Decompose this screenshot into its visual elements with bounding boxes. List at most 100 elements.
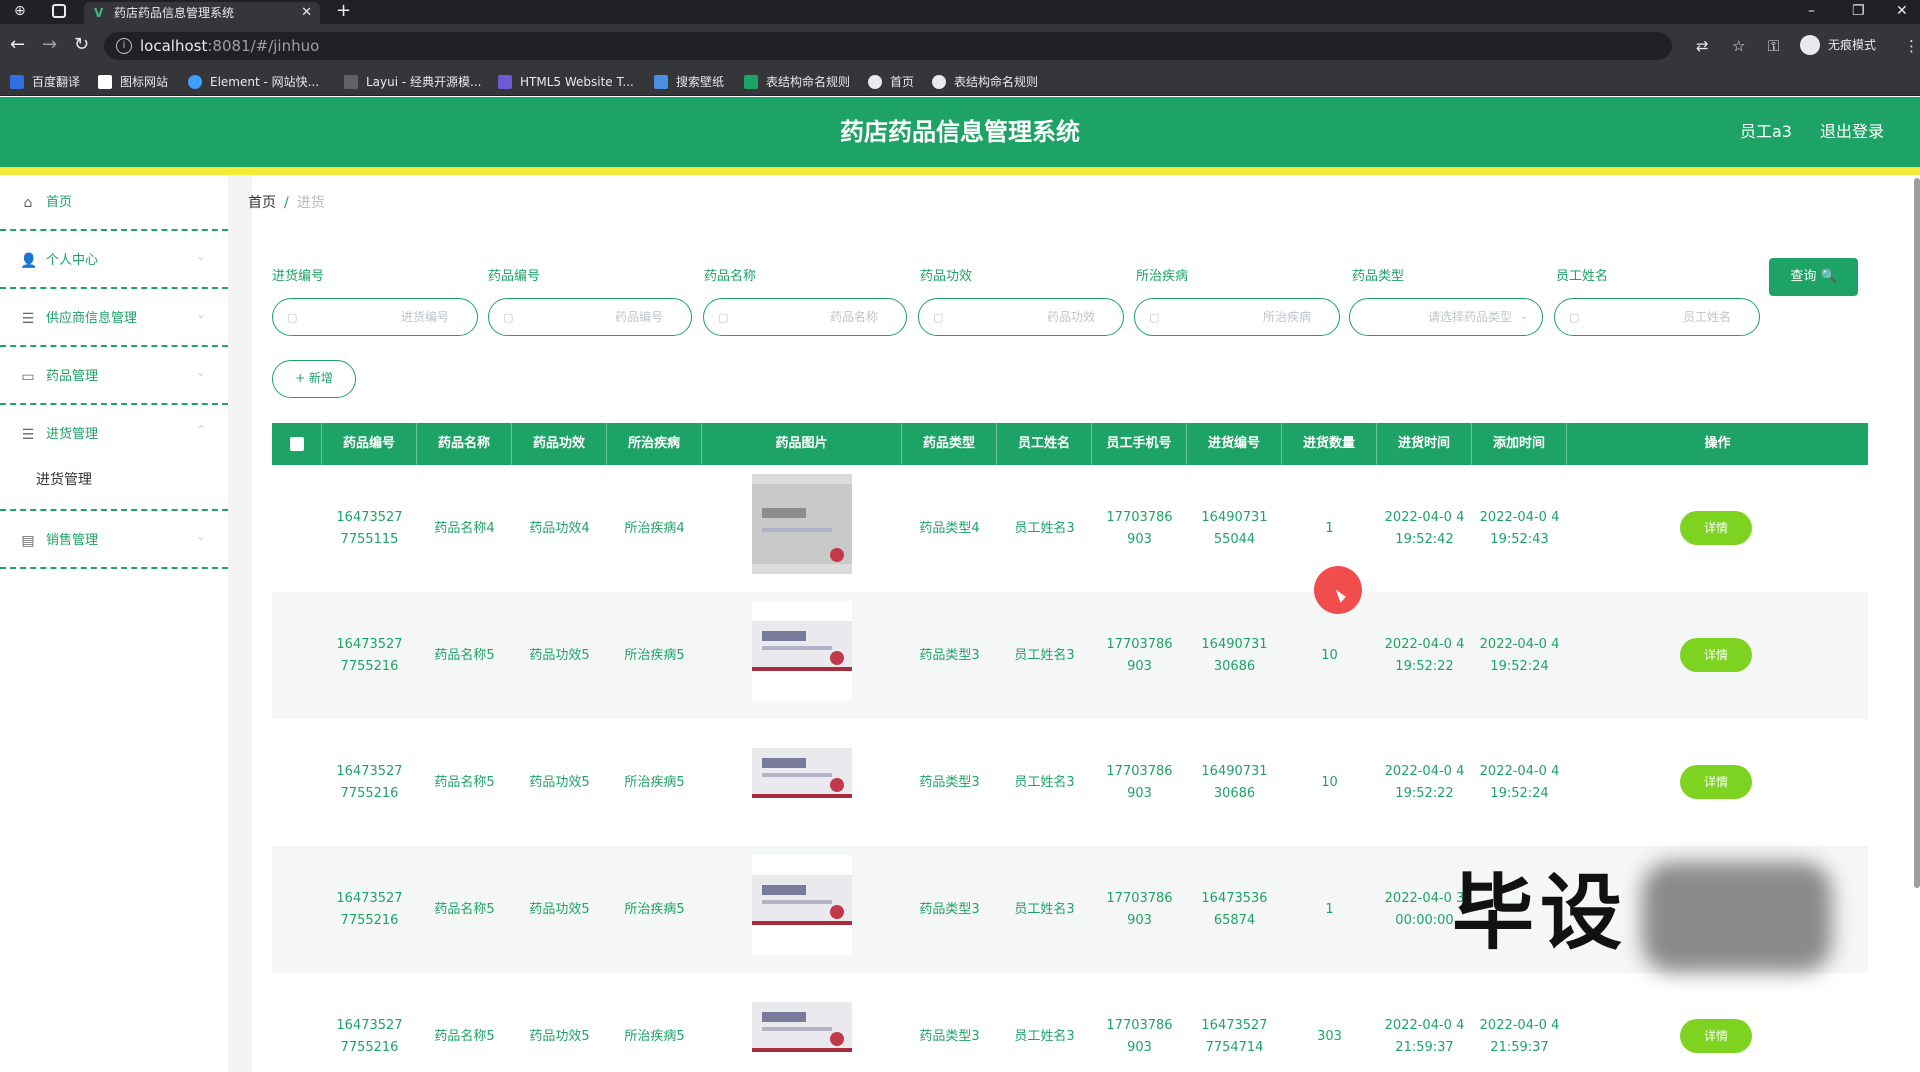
chart-icon: ▤ <box>21 533 35 549</box>
table-cell-effect: 药品功效5 <box>512 846 607 973</box>
app-header: 药店药品信息管理系统 员工a3 退出登录 <box>0 97 1920 167</box>
minimize-icon[interactable]: – <box>1808 0 1815 22</box>
detail-button[interactable]: 详情 <box>1680 1019 1752 1053</box>
sidebar-item-drugs[interactable]: ▭ 药品管理 ⌄ <box>0 349 228 405</box>
breadcrumb-home[interactable]: 首页 <box>248 195 276 211</box>
row-checkbox-cell[interactable] <box>272 973 322 1072</box>
sidebar-item-sales[interactable]: ▤ 销售管理 ⌄ <box>0 513 228 569</box>
tab-search-icon[interactable] <box>52 4 66 18</box>
drug-image <box>752 855 852 955</box>
bookmark-item[interactable]: 百度翻译 <box>10 73 80 91</box>
detail-button[interactable]: 详情 <box>1680 511 1752 545</box>
window-close-icon[interactable]: ✕ <box>1896 0 1908 22</box>
table-cell-type: 药品类型3 <box>902 592 997 719</box>
row-checkbox-cell[interactable] <box>272 465 322 592</box>
bookmark-item[interactable]: 表结构命名规则 <box>744 73 850 91</box>
input-prefix-icon: ▢ <box>933 311 944 324</box>
input-placeholder: 所治疾病 <box>1262 310 1311 324</box>
incognito-indicator[interactable]: 无痕模式 <box>1800 34 1876 56</box>
bookmark-star-icon[interactable]: ☆ <box>1732 36 1745 56</box>
key-icon[interactable]: ⚿ <box>1768 36 1779 56</box>
bookmark-item[interactable]: 图标网站 <box>98 73 168 91</box>
column-header: 药品名称 <box>417 423 512 465</box>
tab-close-icon[interactable]: ✕ <box>301 2 312 24</box>
header-accent-stripe <box>0 167 1920 175</box>
row-checkbox-cell[interactable] <box>272 719 322 846</box>
cell-text: 药品功效5 <box>529 1028 590 1044</box>
table-cell-add-time: 2022-04-0 4 19:52:43 <box>1472 465 1567 592</box>
bookmark-item[interactable]: 表结构命名规则 <box>932 73 1038 91</box>
home-icon: ⌂ <box>23 195 33 211</box>
sidebar-item-profile[interactable]: 👤 个人中心 ⌄ <box>0 233 228 289</box>
table-row[interactable]: 16473527 7755216 药品名称5 药品功效5 所治疾病5 药品类型3 员工姓名… <box>272 592 1868 719</box>
browser-more-icon[interactable]: ⋮ <box>1904 36 1919 56</box>
table-cell-qty: 303 <box>1282 973 1377 1072</box>
bookmark-item[interactable]: Layui - 经典开源模... <box>344 73 481 91</box>
browser-tab[interactable]: V 药店药品信息管理系统 ✕ <box>84 2 320 24</box>
forward-icon[interactable]: → <box>42 34 57 56</box>
sidebar-subitem-purchase-management[interactable]: 进货管理 <box>36 470 92 490</box>
cell-text: 1 <box>1325 901 1334 917</box>
column-header: 药品编号 <box>322 423 417 465</box>
query-button[interactable]: 查询 🔍 <box>1769 258 1858 296</box>
drug-effect-input[interactable]: ▢ 药品功效 <box>918 298 1124 336</box>
restore-icon[interactable]: ❐ <box>1852 0 1865 22</box>
menu-icon: ☰ <box>21 427 35 443</box>
bookmark-label: 百度翻译 <box>32 75 81 89</box>
row-checkbox-cell[interactable] <box>272 592 322 719</box>
reload-icon[interactable]: ↻ <box>74 34 89 56</box>
table-row[interactable]: 16473527 7755216 药品名称5 药品功效5 所治疾病5 药品类型3 员工姓名… <box>272 973 1868 1072</box>
cell-text: 所治疾病5 <box>624 901 685 917</box>
table-cell-effect: 药品功效4 <box>512 465 607 592</box>
staff-name-input[interactable]: ▢ 员工姓名 <box>1554 298 1760 336</box>
bookmarks-bar: 百度翻译 图标网站 Element - 网站快... Layui - 经典开源模… <box>0 68 1920 96</box>
new-tab-button[interactable]: + <box>336 0 351 22</box>
table-cell-disease: 所治疾病5 <box>607 592 702 719</box>
detail-button[interactable]: 详情 <box>1680 765 1752 799</box>
sidebar-item-home[interactable]: ⌂ 首页 <box>0 175 228 231</box>
table-row[interactable]: 16473527 7755216 药品名称5 药品功效5 所治疾病5 药品类型3 员工姓名… <box>272 846 1868 973</box>
cell-text: 药品类型3 <box>919 1028 980 1044</box>
cell-text: 2022-04-0 4 19:52:42 <box>1384 509 1465 547</box>
cell-text: 所治疾病4 <box>624 520 685 536</box>
table-cell-add-time: 2022-04-0 4 21:59:37 <box>1472 973 1567 1072</box>
cell-text: 2022-04-0 4 19:52:22 <box>1384 763 1465 801</box>
sidebar-item-supplier[interactable]: ☰ 供应商信息管理 ⌄ <box>0 291 228 347</box>
table-row[interactable]: 16473527 7755216 药品名称5 药品功效5 所治疾病5 药品类型3 员工姓名… <box>272 719 1868 846</box>
select-all-cell <box>272 423 322 465</box>
bookmark-item[interactable]: 搜索壁纸 <box>654 73 724 91</box>
purchase-no-input[interactable]: ▢ 进货编号 <box>272 298 478 336</box>
browser-menu-icon[interactable]: ⊕ <box>14 0 26 22</box>
cell-text: 16473527 7755216 <box>336 1017 403 1055</box>
bookmark-item[interactable]: HTML5 Website T... <box>498 73 634 91</box>
translate-icon[interactable]: ⇄ <box>1696 36 1709 56</box>
user-icon: 👤 <box>20 253 38 269</box>
column-header: 进货编号 <box>1187 423 1282 465</box>
add-button[interactable]: + 新增 <box>272 360 356 398</box>
bookmark-item[interactable]: 首页 <box>868 73 914 91</box>
filter-label-drug-no: 药品编号 <box>488 269 541 284</box>
cell-text: 药品类型3 <box>919 647 980 663</box>
site-info-icon[interactable]: i <box>116 38 132 54</box>
chevron-down-icon: ⌄ <box>195 365 206 379</box>
cell-text: 药品功效5 <box>529 647 590 663</box>
cell-text: 16473527 7755115 <box>336 509 403 547</box>
row-checkbox-cell[interactable] <box>272 846 322 973</box>
table-cell-disease: 所治疾病4 <box>607 465 702 592</box>
drug-no-input[interactable]: ▢ 药品编号 <box>488 298 692 336</box>
cell-text: 16490731 30686 <box>1201 763 1268 801</box>
table-row[interactable]: 16473527 7755115 药品名称4 药品功效4 所治疾病4 药品类型4 员工姓名… <box>272 465 1868 592</box>
page-scrollbar[interactable] <box>1914 178 1920 888</box>
bookmark-item[interactable]: Element - 网站快... <box>188 73 319 91</box>
cell-text: 2022-04-0 4 19:52:24 <box>1479 763 1560 801</box>
back-icon[interactable]: ← <box>10 34 25 56</box>
drug-name-input[interactable]: ▢ 药品名称 <box>703 298 907 336</box>
input-prefix-icon: ▢ <box>503 311 514 324</box>
address-bar[interactable]: i localhost:8081/#/jinhuo <box>104 32 1672 60</box>
cell-text: 1 <box>1325 520 1334 536</box>
select-all-checkbox[interactable] <box>290 437 304 451</box>
detail-button[interactable]: 详情 <box>1680 638 1752 672</box>
logout-link[interactable]: 退出登录 <box>1820 97 1884 167</box>
drug-type-select[interactable]: 请选择药品类型 ⌄ <box>1349 298 1543 336</box>
disease-input[interactable]: ▢ 所治疾病 <box>1134 298 1340 336</box>
